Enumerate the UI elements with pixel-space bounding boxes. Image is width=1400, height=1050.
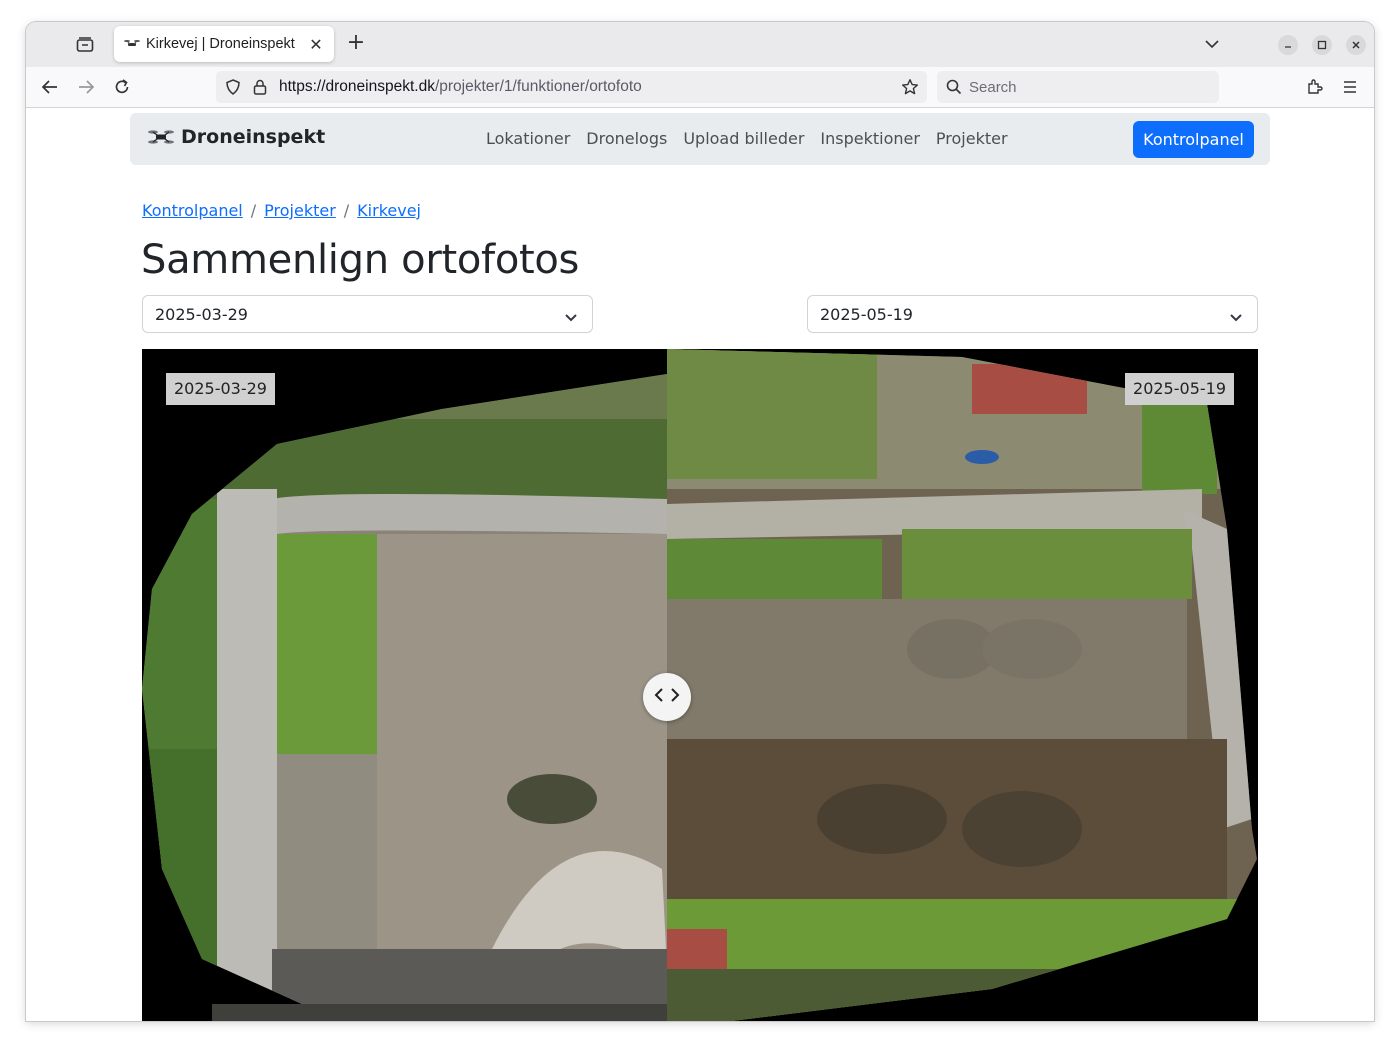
tab-title: Kirkevej | Droneinspekt	[146, 36, 295, 52]
shield-icon[interactable]	[224, 78, 242, 100]
bookmark-star-icon[interactable]	[901, 78, 919, 100]
left-orthophoto	[142, 374, 667, 1004]
firefox-view-icon[interactable]	[74, 34, 96, 56]
browser-toolbar: https://droneinspekt.dk/projekter/1/funk…	[26, 67, 1374, 108]
menu-icon[interactable]	[1340, 77, 1360, 97]
breadcrumb-kirkevej[interactable]: Kirkevej	[357, 201, 421, 220]
search-input[interactable]	[967, 77, 1207, 97]
drone-logo-icon	[148, 127, 174, 147]
search-icon	[946, 79, 962, 99]
chevron-down-icon	[564, 308, 578, 327]
lock-icon[interactable]	[252, 78, 268, 100]
orthophoto-images	[142, 349, 1257, 1021]
nav-link-upload-billeder[interactable]: Upload billeder	[683, 129, 804, 148]
url-path: /projekter/1/funktioner/ortofoto	[434, 78, 642, 95]
right-date-label: 2025-05-19	[1125, 373, 1234, 405]
compare-slider-handle[interactable]	[643, 673, 691, 721]
extensions-icon[interactable]	[1305, 77, 1325, 97]
left-date-value: 2025-03-29	[155, 305, 248, 324]
maximize-icon[interactable]	[1312, 35, 1332, 55]
forward-icon[interactable]	[76, 77, 96, 97]
nav-link-lokationer[interactable]: Lokationer	[486, 129, 570, 148]
orthophoto-compare-slider[interactable]: 2025-03-29 2025-05-19	[142, 349, 1258, 1021]
nav-links: Lokationer Dronelogs Upload billeder Ins…	[486, 129, 1008, 148]
tab-close-icon[interactable]: ✕	[308, 35, 324, 54]
breadcrumb-projekter[interactable]: Projekter	[264, 201, 336, 220]
nav-link-dronelogs[interactable]: Dronelogs	[586, 129, 667, 148]
search-bar[interactable]	[937, 71, 1219, 103]
nav-link-inspektioner[interactable]: Inspektioner	[820, 129, 920, 148]
left-date-select[interactable]: 2025-03-29	[142, 295, 593, 333]
breadcrumb-separator: /	[250, 201, 257, 220]
breadcrumb-kontrolpanel[interactable]: Kontrolpanel	[142, 201, 243, 220]
minimize-icon[interactable]	[1278, 35, 1298, 55]
url-host: https://droneinspekt.dk	[279, 78, 435, 95]
tab-bar: Kirkevej | Droneinspekt ✕ +	[26, 22, 1374, 67]
page-title: Sammenlign ortofotos	[141, 237, 580, 283]
browser-window: Kirkevej | Droneinspekt ✕ + https://dron…	[26, 22, 1374, 1021]
breadcrumb: Kontrolpanel / Projekter / Kirkevej	[142, 201, 421, 220]
kontrolpanel-button[interactable]: Kontrolpanel	[1133, 121, 1254, 158]
list-all-tabs-icon[interactable]	[1202, 34, 1222, 54]
right-date-select[interactable]: 2025-05-19	[807, 295, 1258, 333]
drone-favicon-icon	[124, 38, 140, 50]
chevron-left-right-icon	[653, 686, 681, 708]
right-orthophoto	[667, 349, 1257, 1021]
brand[interactable]: Droneinspekt	[148, 126, 325, 148]
app-navbar: Droneinspekt Lokationer Dronelogs Upload…	[130, 113, 1270, 165]
new-tab-icon[interactable]: +	[344, 32, 368, 56]
chevron-down-icon	[1229, 308, 1243, 327]
reload-icon[interactable]	[112, 77, 132, 97]
close-window-icon[interactable]	[1346, 35, 1366, 55]
tab-active[interactable]: Kirkevej | Droneinspekt ✕	[114, 26, 334, 62]
left-date-label: 2025-03-29	[166, 373, 275, 405]
right-date-value: 2025-05-19	[820, 305, 913, 324]
breadcrumb-separator: /	[343, 201, 350, 220]
back-icon[interactable]	[40, 77, 60, 97]
page-content: Droneinspekt Lokationer Dronelogs Upload…	[26, 109, 1374, 1021]
url-text[interactable]: https://droneinspekt.dk/projekter/1/funk…	[279, 78, 642, 96]
brand-name: Droneinspekt	[181, 126, 326, 148]
nav-link-projekter[interactable]: Projekter	[936, 129, 1008, 148]
url-bar[interactable]: https://droneinspekt.dk/projekter/1/funk…	[216, 71, 927, 103]
